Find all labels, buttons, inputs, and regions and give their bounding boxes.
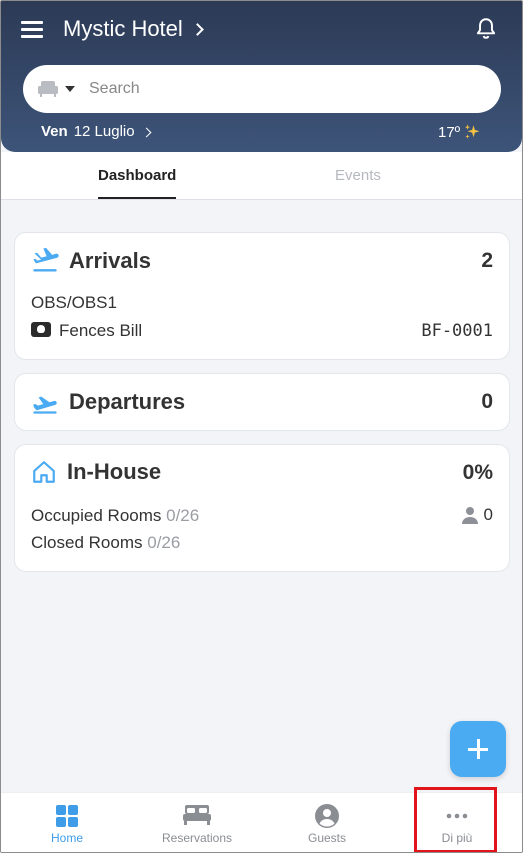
departures-count: 0 [481, 390, 493, 413]
home-icon [33, 461, 55, 483]
closed-rooms: Closed Rooms 0/26 [31, 533, 180, 553]
date-selector[interactable]: Ven 12 Luglio [41, 123, 152, 140]
hotel-title: Mystic Hotel [63, 16, 183, 41]
departures-card[interactable]: Departures 0 [14, 373, 510, 431]
inhouse-header: In-House [31, 459, 161, 485]
add-fab-button[interactable] [450, 721, 506, 777]
inhouse-title: In-House [67, 459, 162, 484]
caret-down-icon [65, 86, 75, 92]
arrival-group: OBS/OBS1 [31, 293, 117, 312]
more-dots-icon [446, 813, 468, 819]
occupied-rooms: Occupied Rooms 0/26 [31, 506, 199, 526]
temperature: 17º [438, 123, 461, 141]
tab-events[interactable]: Events [335, 167, 381, 184]
nav-guests-label: Guests [307, 831, 346, 845]
plane-takeoff-icon [33, 396, 57, 414]
search-bar [23, 65, 501, 113]
nav-more-label: Di più [441, 831, 473, 845]
arrival-guest[interactable]: Fences Bill [31, 321, 142, 341]
sofa-icon [38, 81, 58, 97]
departures-title: Departures [69, 389, 186, 414]
arrivals-header: Arrivals [31, 247, 151, 275]
arrivals-count: 2 [481, 249, 493, 272]
occupied-rooms-value: 0/26 [166, 506, 200, 525]
bell-icon[interactable] [473, 16, 499, 42]
header: Mystic Hotel Ven 12 L [1, 1, 522, 152]
nav-reservations[interactable]: Reservations [132, 793, 262, 852]
hotel-selector[interactable]: Mystic Hotel [63, 16, 204, 42]
search-input[interactable] [89, 80, 449, 98]
arrival-code: BF-0001 [421, 321, 493, 341]
date-day: Ven [41, 123, 68, 140]
nav-home-label: Home [50, 831, 83, 845]
tab-bar: Dashboard Events [1, 152, 522, 200]
nav-more[interactable]: Di più [392, 793, 522, 852]
skull-badge-icon [31, 322, 51, 338]
hamburger-menu-icon[interactable] [21, 21, 43, 39]
chevron-right-icon [141, 127, 152, 137]
nav-home[interactable]: Home [2, 793, 132, 852]
nav-reservations-label: Reservations [161, 831, 233, 845]
nav-guests[interactable]: Guests [262, 793, 392, 852]
date-text: 12 Luglio [73, 123, 135, 140]
bottom-nav: Home Reservations Guests Di più [1, 792, 522, 852]
grid-icon [56, 805, 78, 827]
search-filter-dropdown[interactable] [37, 80, 75, 98]
arrival-guest-name: Fences Bill [59, 321, 143, 340]
weather: 17º [438, 123, 481, 141]
closed-rooms-value: 0/26 [147, 533, 181, 552]
closed-rooms-label: Closed Rooms [31, 533, 143, 552]
person-icon [461, 507, 478, 524]
persons-value: 0 [483, 505, 493, 524]
occupied-rooms-label: Occupied Rooms [31, 506, 162, 525]
departures-header: Departures [31, 388, 185, 416]
user-circle-icon [315, 804, 339, 828]
tab-dashboard[interactable]: Dashboard [98, 167, 177, 199]
arrivals-title: Arrivals [69, 248, 151, 273]
inhouse-percent: 0% [462, 461, 493, 484]
inhouse-card[interactable]: In-House 0% Occupied Rooms 0/26 Closed R… [14, 444, 510, 572]
plane-landing-icon [33, 247, 59, 272]
bed-icon [183, 805, 211, 825]
persons-count: 0 [461, 505, 493, 525]
arrivals-card[interactable]: Arrivals 2 OBS/OBS1 Fences Bill BF-0001 [14, 232, 510, 360]
app-frame: Mystic Hotel Ven 12 L [0, 0, 523, 853]
chevron-right-icon [190, 23, 204, 36]
sparkles-icon [465, 124, 480, 139]
